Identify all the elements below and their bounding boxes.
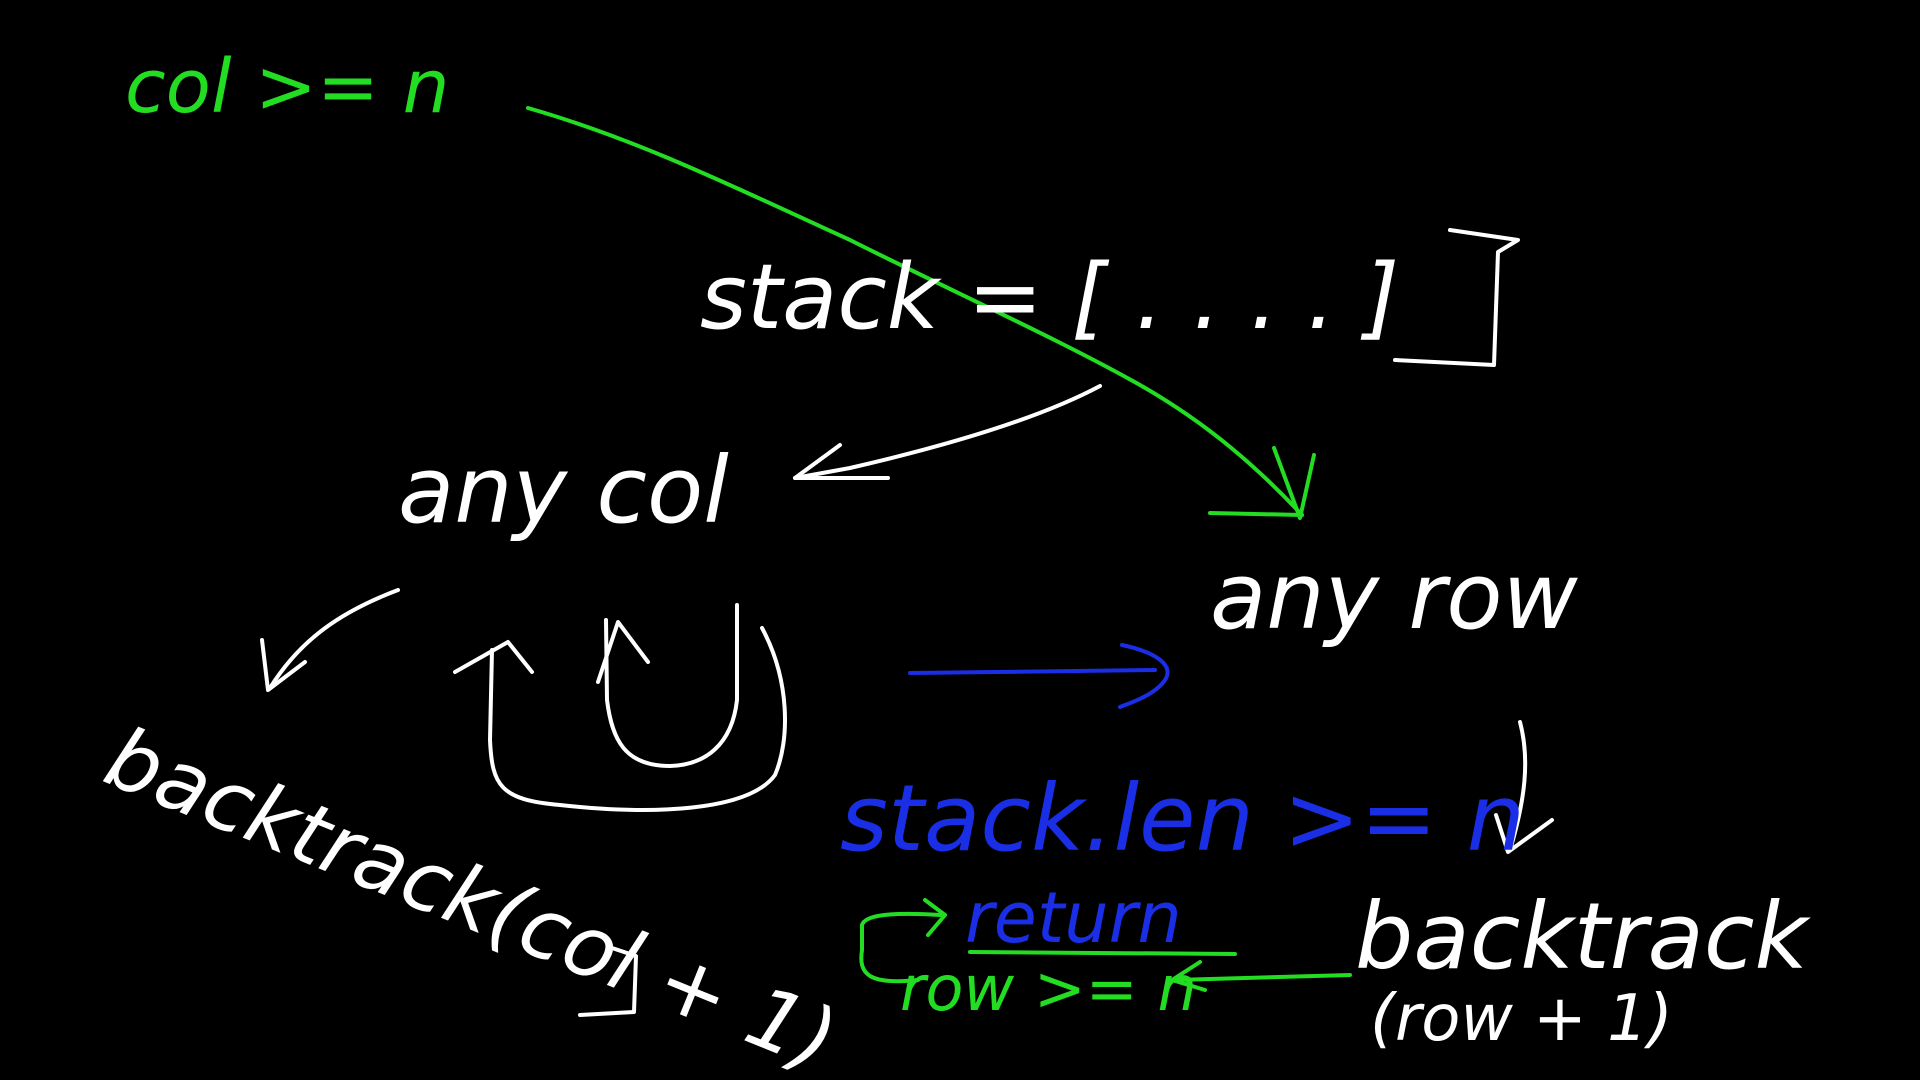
backtrack-row-label: backtrack [1355, 883, 1811, 990]
stack-len-ge-n-label: stack.len >= n [840, 765, 1525, 872]
row-ge-n-label: row >= n [900, 952, 1197, 1025]
whiteboard-canvas: col >= n stack = [ . . . . ] any col bac… [0, 0, 1920, 1080]
any-col-label: any col [398, 437, 729, 544]
backtrack-row-arg-label: (row + 1) [1370, 982, 1673, 1056]
return-label: return [965, 877, 1182, 959]
any-row-label: any row [1210, 543, 1578, 650]
stack-label: stack = [ . . . . ] [700, 245, 1399, 350]
col-ge-n-label: col >= n [125, 44, 449, 130]
